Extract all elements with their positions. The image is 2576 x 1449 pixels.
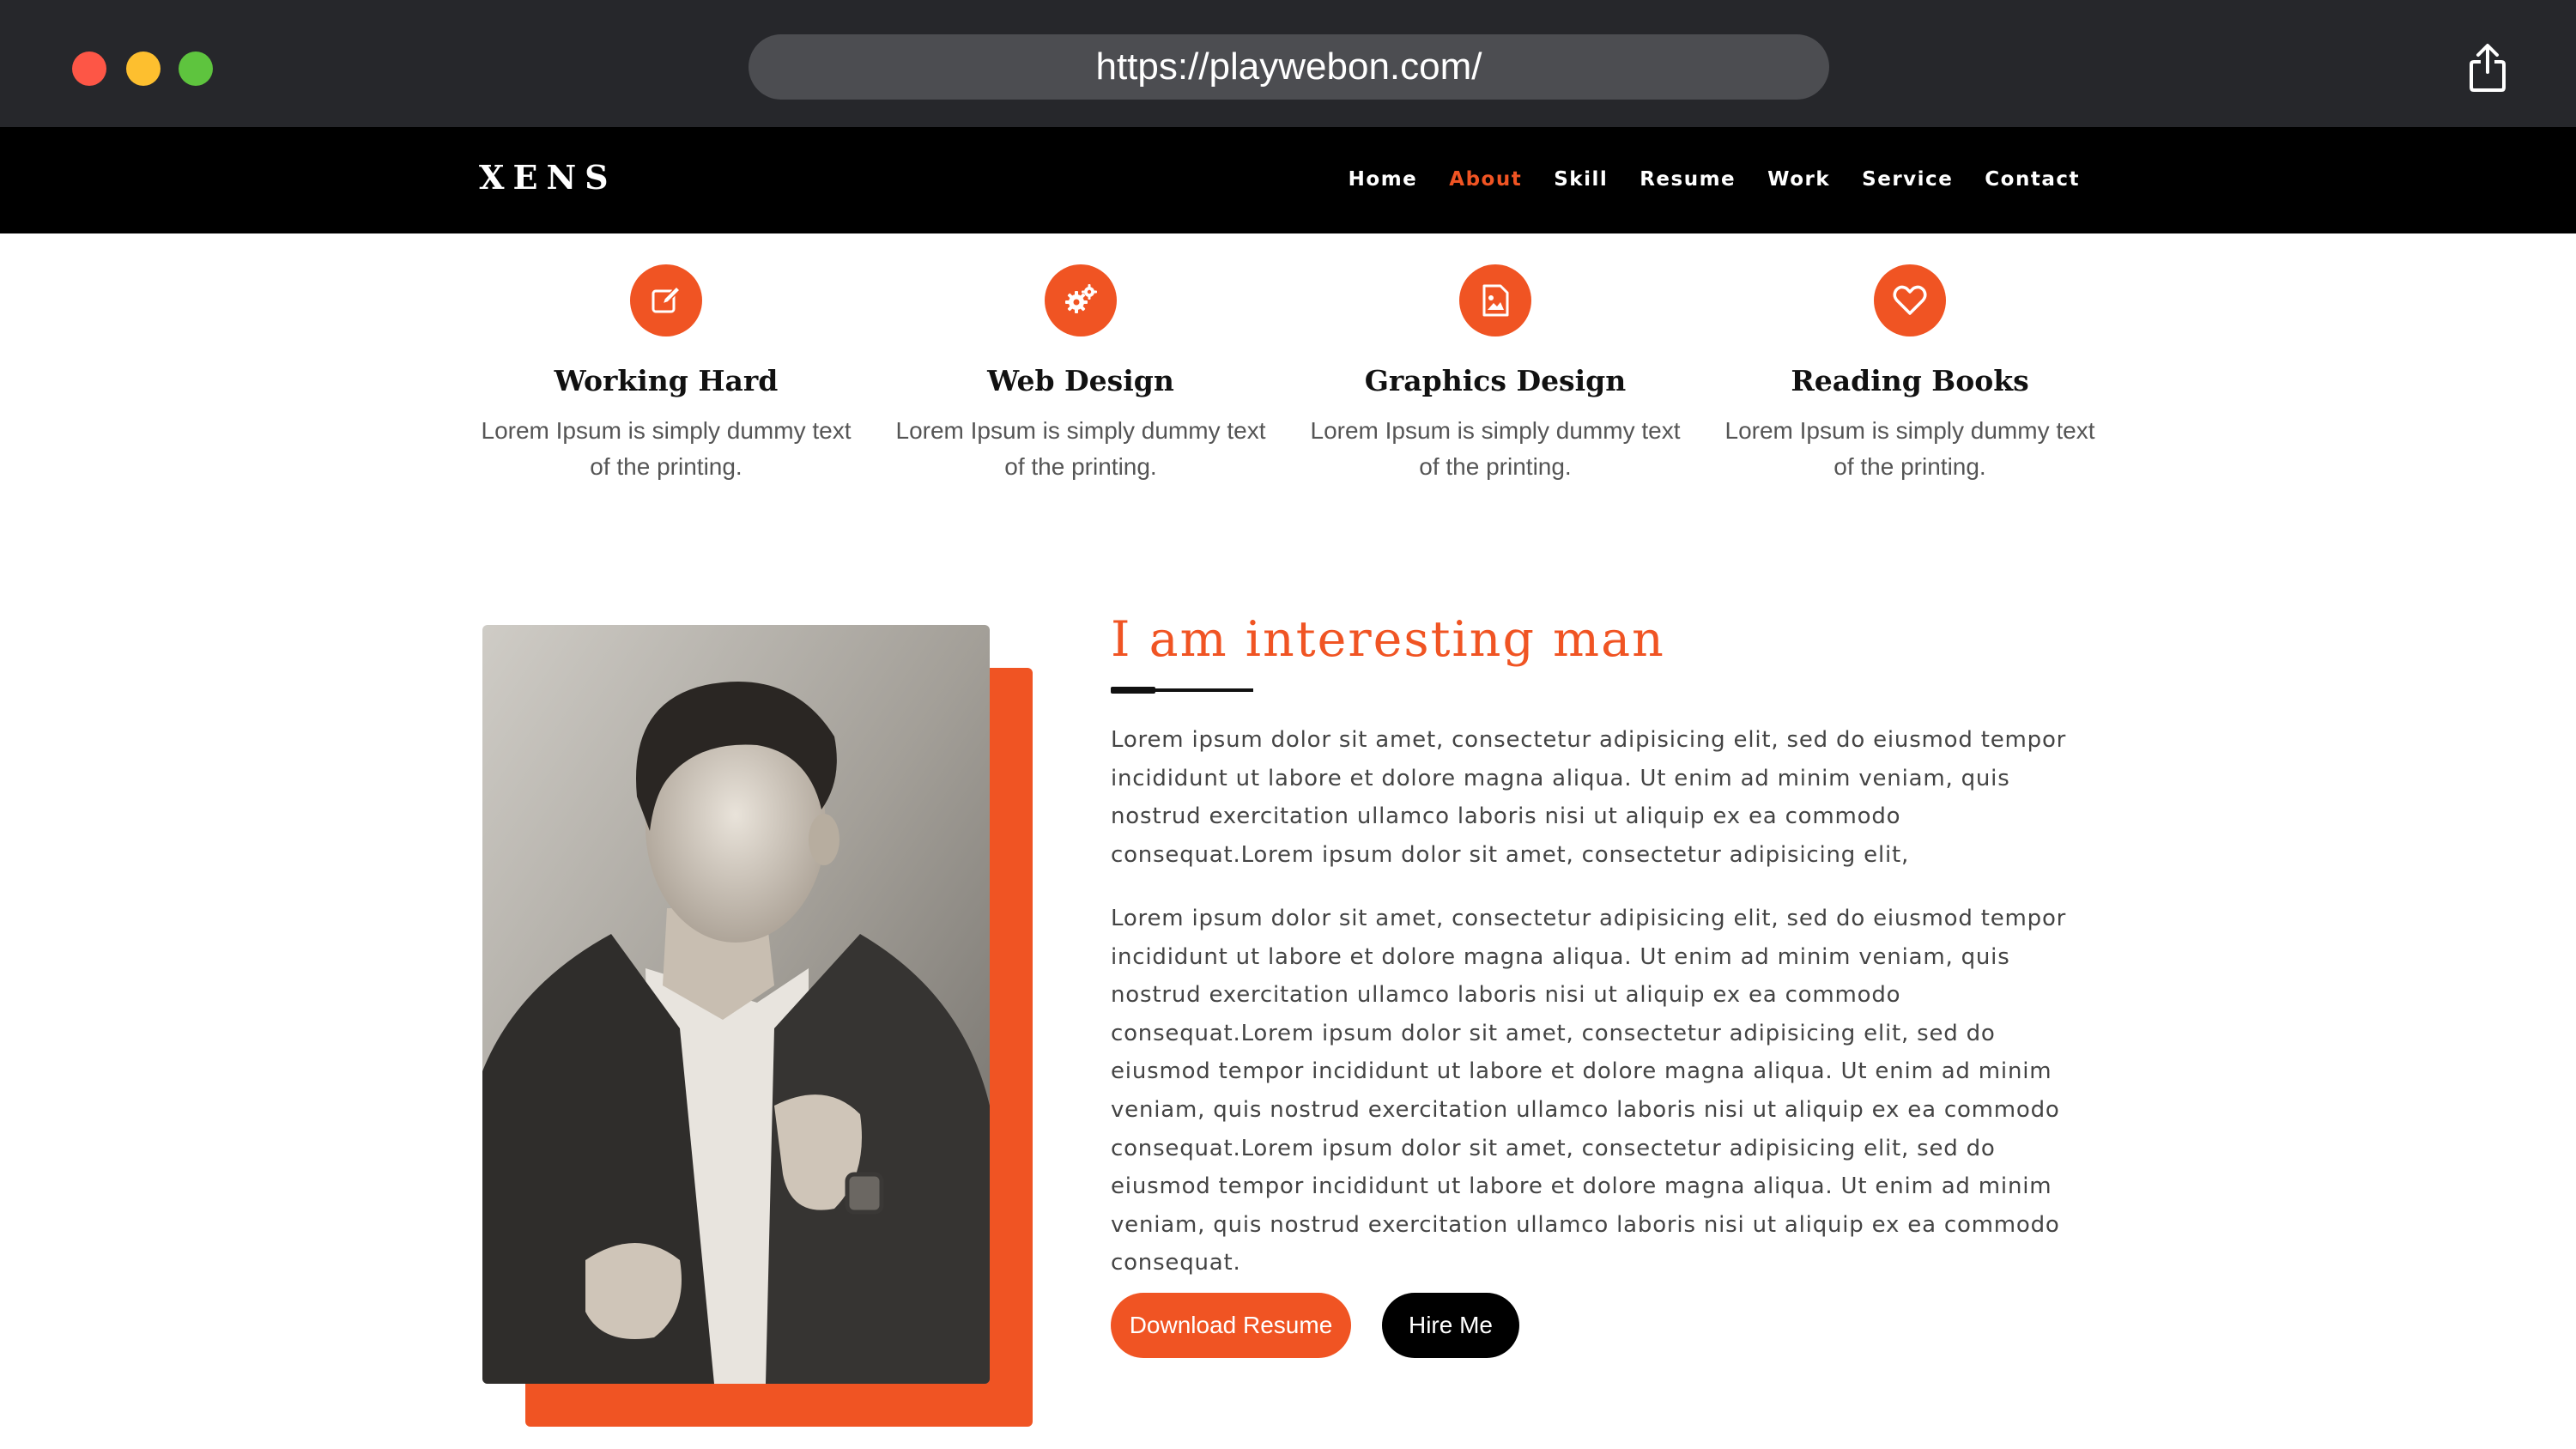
edit-icon [652,285,682,313]
address-bar[interactable]: https://playwebon.com/ [749,34,1829,100]
feature-icon-circle [1459,264,1531,336]
title-underline [1111,687,1253,694]
image-file-icon [1482,284,1509,317]
profile-photo [482,625,990,1384]
nav-item-work[interactable]: Work [1767,168,1830,191]
hire-me-button[interactable]: Hire Me [1382,1293,1519,1358]
about-paragraph-1: Lorem ipsum dolor sit amet, consectetur … [1111,727,2067,868]
minimize-window-button[interactable] [126,52,161,86]
main-nav: Home About Skill Resume Work Service Con… [1317,168,2080,191]
feature-title: Graphics Design [1364,364,1627,397]
feature-icon-circle [1045,264,1117,336]
feature-icon-circle [630,264,702,336]
feature-title: Reading Books [1791,364,2029,397]
feature-reading-books: Reading Books Lorem Ipsum is simply dumm… [1704,264,2116,485]
maximize-window-button[interactable] [179,52,213,86]
feature-icon-circle [1874,264,1946,336]
site-logo[interactable]: XENS [479,158,617,197]
feature-text: Lorem Ipsum is simply dummy text of the … [1310,417,1681,480]
nav-item-skill[interactable]: Skill [1554,168,1608,191]
share-icon[interactable] [2469,43,2506,93]
nav-item-resume[interactable]: Resume [1640,168,1736,191]
feature-text: Lorem Ipsum is simply dummy text of the … [1724,417,2095,480]
browser-chrome: https://playwebon.com/ [0,0,2576,127]
address-bar-url: https://playwebon.com/ [1095,45,1482,88]
heart-icon [1893,285,1927,315]
feature-title: Working Hard [554,364,779,397]
nav-item-about[interactable]: About [1449,168,1522,191]
feature-web-design: Web Design Lorem Ipsum is simply dummy t… [875,264,1287,485]
feature-working-hard: Working Hard Lorem Ipsum is simply dummy… [460,264,872,485]
feature-title: Web Design [987,364,1174,397]
download-resume-button[interactable]: Download Resume [1111,1293,1351,1358]
feature-text: Lorem Ipsum is simply dummy text of the … [895,417,1266,480]
close-window-button[interactable] [72,52,106,86]
feature-text: Lorem Ipsum is simply dummy text of the … [481,417,852,480]
feature-graphics-design: Graphics Design Lorem Ipsum is simply du… [1289,264,1701,485]
nav-item-contact[interactable]: Contact [1985,168,2080,191]
nav-item-home[interactable]: Home [1349,168,1418,191]
about-title: I am interesting man [1111,611,1665,668]
nav-item-service[interactable]: Service [1862,168,1953,191]
site-navbar [0,127,2576,233]
about-paragraph-2: Lorem ipsum dolor sit amet, consectetur … [1111,906,2067,1276]
gears-icon [1065,284,1097,313]
